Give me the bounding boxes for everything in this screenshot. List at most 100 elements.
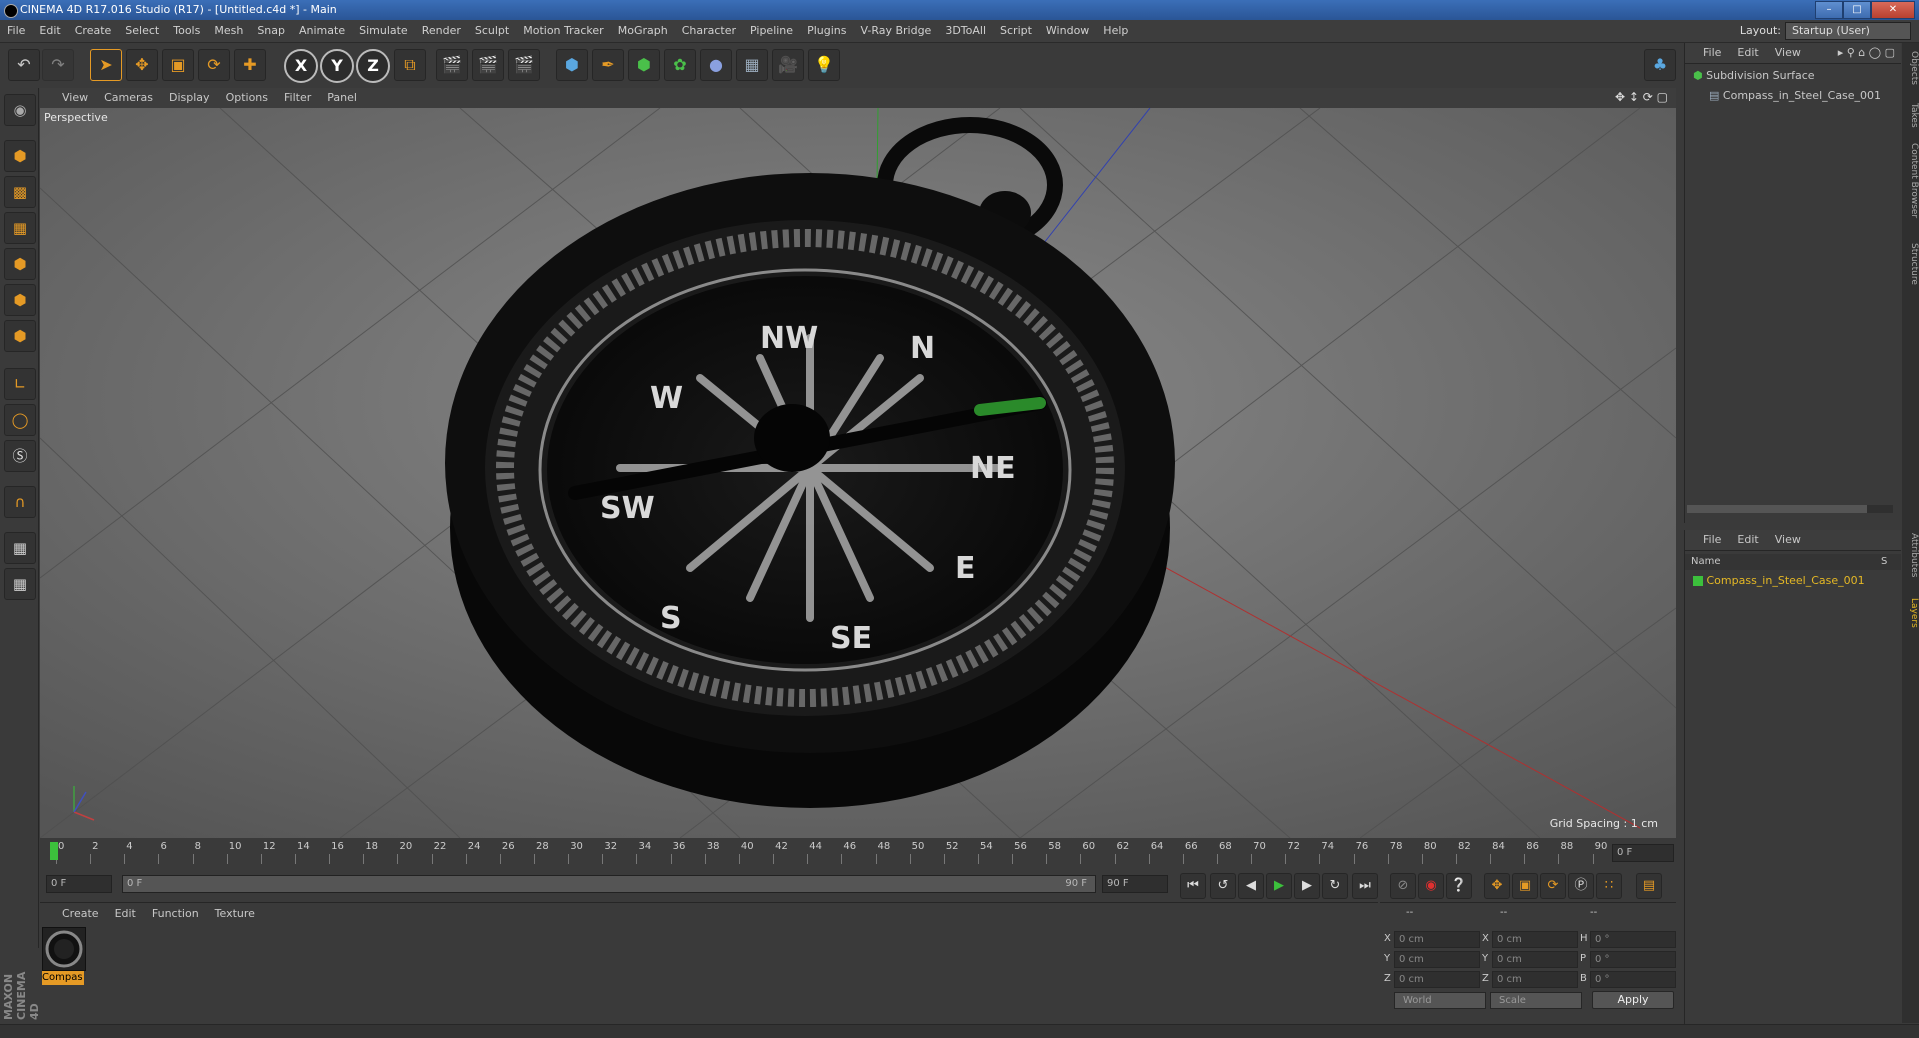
object-menu-view[interactable]: View [1767, 43, 1809, 63]
material-menu-texture[interactable]: Texture [207, 903, 263, 925]
menu-sculpt[interactable]: Sculpt [468, 20, 516, 42]
keyframe-selection-button[interactable]: ❔ [1446, 873, 1472, 899]
spline-pen-button[interactable]: ✒ [592, 49, 624, 81]
menu-plugins[interactable]: Plugins [800, 20, 853, 42]
menu-file[interactable]: File [0, 20, 32, 42]
tab-content-browser[interactable]: Content Browser [1902, 143, 1919, 218]
position-x-field[interactable]: 0 cm [1394, 931, 1480, 948]
menu-edit[interactable]: Edit [32, 20, 67, 42]
current-frame-field[interactable]: 0 F [1612, 844, 1674, 862]
viewport-menu-cameras[interactable]: Cameras [96, 88, 161, 108]
layout-dropdown[interactable]: Startup (User) [1785, 22, 1911, 40]
menu-motion-tracker[interactable]: Motion Tracker [516, 20, 610, 42]
key-rotation-button[interactable]: ⟳ [1540, 873, 1566, 899]
autokey-button[interactable]: ◉ [1418, 873, 1444, 899]
end-frame-field[interactable]: 90 F [1102, 875, 1168, 893]
next-key-button[interactable]: ↻ [1322, 873, 1348, 899]
viewport-menu-display[interactable]: Display [161, 88, 218, 108]
transform-button[interactable]: ✚ [234, 49, 266, 81]
close-button[interactable]: ✕ [1871, 1, 1915, 19]
rotation-p-field[interactable]: 0 ° [1590, 951, 1676, 968]
deformer-button[interactable]: ● [700, 49, 732, 81]
live-selection-button[interactable]: ➤ [90, 49, 122, 81]
key-parameter-button[interactable]: Ⓟ [1568, 873, 1594, 899]
camera-button[interactable]: 🎥 [772, 49, 804, 81]
object-manager-tool-icons[interactable]: ▸ ⚲ ⌂ ◯ ▢ [1838, 46, 1895, 59]
previous-frame-button[interactable]: ◀ [1238, 873, 1264, 899]
z-axis-button[interactable]: Z [356, 49, 390, 83]
axis-mode-button[interactable]: ∟ [4, 368, 36, 400]
position-z-field[interactable]: 0 cm [1394, 971, 1480, 988]
coordinate-mode-dropdown[interactable]: World [1394, 992, 1486, 1009]
menu-window[interactable]: Window [1039, 20, 1096, 42]
go-to-end-button[interactable]: ⏭ [1352, 873, 1378, 899]
rotation-h-field[interactable]: 0 ° [1590, 931, 1676, 948]
object-menu-edit[interactable]: Edit [1729, 43, 1766, 63]
menu-pipeline[interactable]: Pipeline [743, 20, 800, 42]
scrollbar-thumb[interactable] [1687, 505, 1867, 513]
texture-mode-button[interactable]: ▩ [4, 176, 36, 208]
tab-objects[interactable]: Objects [1902, 51, 1919, 85]
size-x-field[interactable]: 0 cm [1492, 931, 1578, 948]
menu-select[interactable]: Select [118, 20, 166, 42]
play-button[interactable]: ▶ [1266, 873, 1292, 899]
viewport-menu-filter[interactable]: Filter [276, 88, 319, 108]
menu-animate[interactable]: Animate [292, 20, 352, 42]
timeline-window-button[interactable]: ▤ [1636, 873, 1662, 899]
material-name[interactable]: Compas [42, 971, 84, 985]
subdivision-surface-button[interactable]: ⬢ [628, 49, 660, 81]
menu-help[interactable]: Help [1096, 20, 1135, 42]
rotation-b-field[interactable]: 0 ° [1590, 971, 1676, 988]
cube-button[interactable]: ⬢ [556, 49, 588, 81]
key-scale-button[interactable]: ▣ [1512, 873, 1538, 899]
menu-render[interactable]: Render [415, 20, 468, 42]
tab-structure[interactable]: Structure [1902, 243, 1919, 285]
python-button[interactable]: ♣ [1644, 49, 1676, 81]
object-manager-scrollbar[interactable] [1687, 505, 1893, 513]
key-pla-button[interactable]: ∷ [1596, 873, 1622, 899]
render-view-button[interactable]: 🎬 [436, 49, 468, 81]
menu-script[interactable]: Script [993, 20, 1039, 42]
undo-button[interactable]: ↶ [8, 49, 40, 81]
maximize-button[interactable]: □ [1843, 1, 1871, 19]
minimize-button[interactable]: – [1815, 1, 1843, 19]
tab-attributes[interactable]: Attributes [1902, 533, 1919, 577]
tab-layers[interactable]: Layers [1902, 598, 1919, 628]
menu-3dtoall[interactable]: 3DToAll [938, 20, 993, 42]
workplane-align-button[interactable]: ▦ [4, 568, 36, 600]
magnet-button[interactable]: ∩ [4, 486, 36, 518]
rotate-button[interactable]: ⟳ [198, 49, 230, 81]
points-mode-button[interactable]: ⬢ [4, 248, 36, 280]
snap-button[interactable]: Ⓢ [4, 440, 36, 472]
layer-menu-edit[interactable]: Edit [1729, 530, 1766, 550]
tab-takes[interactable]: Takes [1902, 103, 1919, 128]
floor-button[interactable]: ▦ [736, 49, 768, 81]
apply-button[interactable]: Apply [1592, 991, 1674, 1009]
polygons-mode-button[interactable]: ⬢ [4, 320, 36, 352]
object-item-compass[interactable]: ▤ Compass_in_Steel_Case_001 [1709, 89, 1881, 102]
move-button[interactable]: ✥ [126, 49, 158, 81]
viewport-menu-options[interactable]: Options [218, 88, 276, 108]
menu-snap[interactable]: Snap [250, 20, 292, 42]
size-z-field[interactable]: 0 cm [1492, 971, 1578, 988]
tweak-mode-button[interactable]: ◯ [4, 404, 36, 436]
material-menu-edit[interactable]: Edit [107, 903, 144, 925]
menu-tools[interactable]: Tools [166, 20, 207, 42]
previous-key-button[interactable]: ↺ [1210, 873, 1236, 899]
viewport-3d[interactable]: NW N NE E SE S SW W Perspective Grid Spa… [40, 108, 1676, 838]
x-axis-button[interactable]: X [284, 49, 318, 83]
lock-workplane-button[interactable]: ▦ [4, 532, 36, 564]
viewport-menu-view[interactable]: View [54, 88, 96, 108]
make-editable-button[interactable]: ◉ [4, 94, 36, 126]
render-to-picture-viewer-button[interactable]: 🎬 [472, 49, 504, 81]
redo-button[interactable]: ↷ [42, 49, 74, 81]
menu-mograph[interactable]: MoGraph [611, 20, 675, 42]
next-frame-button[interactable]: ▶ [1294, 873, 1320, 899]
light-button[interactable]: 💡 [808, 49, 840, 81]
material-thumbnail[interactable] [42, 927, 86, 971]
go-to-start-button[interactable]: ⏮ [1180, 873, 1206, 899]
timeline-ruler[interactable]: 0 2 4 6 8 10 12 14 16 18 20 22 24 26 28 30 32 34 36 38 40 42 4… [40, 840, 1676, 866]
scale-button[interactable]: ▣ [162, 49, 194, 81]
playhead[interactable] [50, 842, 58, 860]
edges-mode-button[interactable]: ⬢ [4, 284, 36, 316]
